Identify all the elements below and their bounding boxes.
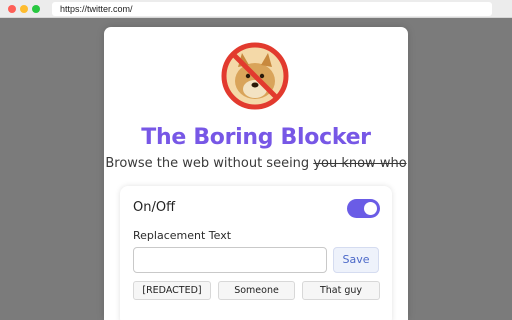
extension-popup: The Boring Blocker Browse the web withou… [104, 27, 408, 320]
save-button[interactable]: Save [333, 247, 379, 273]
doge-prohibited-icon [221, 42, 289, 110]
replacement-text-input[interactable] [133, 247, 327, 273]
close-window-button[interactable] [8, 5, 16, 13]
subtitle-text: Browse the web without seeing [105, 156, 314, 171]
replacement-text-label: Replacement Text [133, 229, 232, 242]
onoff-toggle[interactable] [347, 199, 380, 218]
minimize-window-button[interactable] [20, 5, 28, 13]
browser-titlebar: https://twitter.com/ [0, 0, 512, 18]
preset-chip-someone[interactable]: Someone [218, 281, 295, 300]
preset-chips: [REDACTED] Someone That guy [133, 281, 380, 300]
preset-chip-redacted[interactable]: [REDACTED] [133, 281, 211, 300]
subtitle-struck-text: you know who [313, 156, 407, 171]
toggle-knob [364, 202, 377, 215]
onoff-label: On/Off [133, 200, 176, 215]
address-bar[interactable]: https://twitter.com/ [52, 2, 492, 16]
maximize-window-button[interactable] [32, 5, 40, 13]
settings-card: On/Off Replacement Text Save [REDACTED] … [120, 186, 392, 320]
popup-title: The Boring Blocker [141, 125, 371, 150]
preset-chip-that-guy[interactable]: That guy [302, 281, 380, 300]
popup-subtitle: Browse the web without seeing you know w… [104, 156, 408, 171]
